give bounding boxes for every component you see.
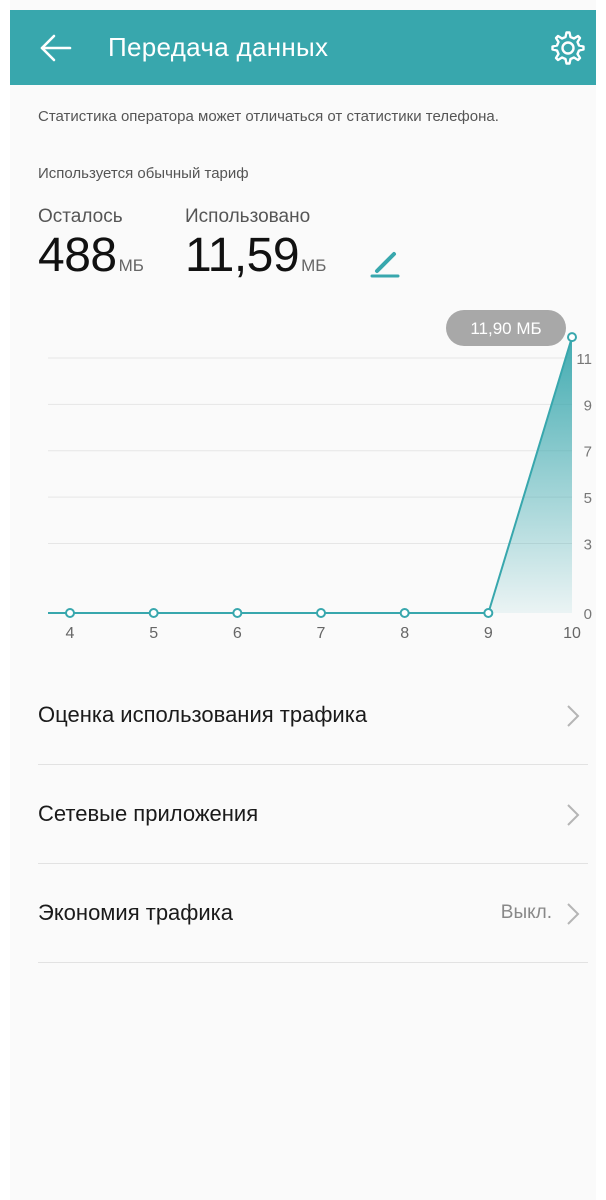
- gear-icon: [551, 31, 585, 65]
- back-button[interactable]: [38, 32, 74, 64]
- data-point: [399, 608, 410, 618]
- data-saver-status: Выкл.: [500, 902, 552, 923]
- data-point: [483, 608, 494, 618]
- chevron-right-icon: [567, 903, 580, 925]
- x-tick-label: 6: [233, 625, 242, 642]
- menu-item-label: Сетевые приложения: [38, 801, 259, 826]
- used-label: Использовано: [185, 206, 311, 227]
- y-tick-label: 9: [584, 397, 592, 414]
- y-tick-label: 0: [584, 606, 592, 623]
- page-title: Передача данных: [108, 32, 329, 62]
- remaining-unit: МБ: [118, 256, 144, 275]
- used-number: 11,59: [185, 229, 300, 282]
- chevron-right-icon: [567, 705, 580, 727]
- app-bar: Передача данных: [10, 10, 596, 85]
- y-tick-label: 5: [584, 490, 592, 507]
- data-point: [316, 608, 326, 618]
- operator-stats-notice: Статистика оператора может отличаться от…: [38, 108, 499, 125]
- value-callout-text: 11,90 МБ: [470, 319, 541, 338]
- x-tick-label: 5: [149, 625, 158, 642]
- x-tick-label: 4: [66, 625, 75, 642]
- y-tick-label: 11: [576, 351, 592, 368]
- usage-chart-svg: 0 3 5 7 9 11 4 5 6 7 8 9 10 11,90 МБ: [48, 310, 592, 642]
- usage-area: [70, 337, 572, 613]
- screen: Передача данных Статистика оператора мож…: [0, 0, 606, 1200]
- pencil-icon: [370, 252, 400, 278]
- remaining-label: Осталось: [38, 206, 123, 227]
- menu-item-network-apps[interactable]: Сетевые приложения: [38, 765, 588, 863]
- remaining-value: 488 МБ: [38, 228, 144, 283]
- x-tick-label: 10: [563, 625, 581, 642]
- arrow-left-icon: [40, 34, 72, 62]
- y-tick-label: 3: [584, 536, 592, 553]
- settings-button[interactable]: [550, 30, 586, 66]
- plan-text: Используется обычный тариф: [38, 165, 249, 182]
- data-point: [65, 608, 75, 618]
- remaining-number: 488: [38, 229, 117, 282]
- y-tick-label: 7: [584, 444, 592, 461]
- data-point: [567, 332, 577, 343]
- usage-chart: 0 3 5 7 9 11 4 5 6 7 8 9 10 11,90 МБ: [10, 300, 596, 660]
- x-tick-label: 8: [400, 625, 409, 642]
- x-tick-label: 9: [484, 625, 493, 642]
- menu-item-traffic-estimate[interactable]: Оценка использования трафика: [38, 666, 588, 764]
- used-value: 11,59 МБ: [185, 228, 326, 283]
- chevron-right-icon: [567, 804, 580, 826]
- menu-item-data-saver[interactable]: Экономия трафика Выкл.: [38, 864, 588, 962]
- menu-item-label: Оценка использования трафика: [38, 702, 368, 727]
- data-point: [148, 608, 159, 618]
- divider: [38, 962, 588, 963]
- menu-item-label: Экономия трафика: [38, 900, 234, 925]
- usage-line: [70, 336, 573, 614]
- edit-usage-button[interactable]: [368, 246, 402, 280]
- data-point: [232, 608, 243, 618]
- used-unit: МБ: [301, 256, 327, 275]
- x-tick-label: 7: [317, 625, 326, 642]
